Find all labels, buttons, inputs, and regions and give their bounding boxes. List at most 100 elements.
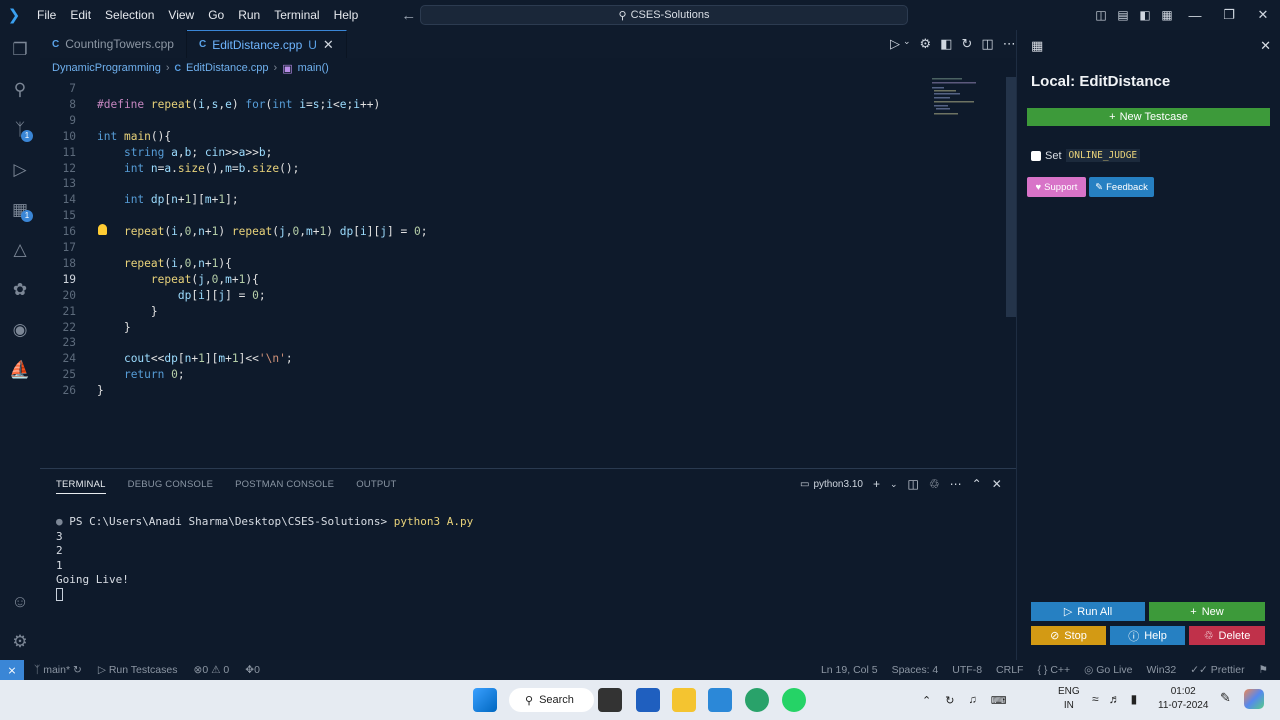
whatsapp-icon[interactable]: [782, 688, 806, 712]
code-line[interactable]: 19 repeat(j,0,m+1){: [40, 272, 1000, 288]
code-line[interactable]: 22 }: [40, 320, 1000, 336]
online-judge-checkbox[interactable]: [1031, 150, 1041, 161]
minimap[interactable]: [930, 77, 1002, 117]
maximize-panel-icon[interactable]: ⌃: [972, 477, 982, 491]
tab-postman-console[interactable]: POSTMAN CONSOLE: [235, 479, 334, 494]
menu-run[interactable]: Run: [231, 0, 267, 30]
settings-gear-icon[interactable]: ⚙: [920, 36, 932, 52]
postman-icon[interactable]: ◉: [8, 318, 32, 342]
docker-icon[interactable]: ⛵: [8, 358, 32, 382]
new-testcase-button[interactable]: + New Testcase: [1027, 108, 1270, 126]
code-line[interactable]: 10 int main(){: [40, 129, 1000, 145]
minimize-icon[interactable]: —: [1178, 8, 1212, 23]
store-icon[interactable]: [636, 688, 660, 712]
ports-status[interactable]: ✥0: [245, 664, 260, 676]
prettier[interactable]: ✓✓ Prettier: [1190, 664, 1244, 676]
new-terminal-plus-icon[interactable]: +: [873, 477, 880, 491]
toggle-primary-sidebar-icon[interactable]: ◫: [1090, 8, 1112, 22]
code-line[interactable]: 9: [40, 113, 1000, 129]
tab-counting-towers[interactable]: C CountingTowers.cpp: [40, 30, 187, 58]
testing-icon[interactable]: △: [8, 238, 32, 262]
code-line[interactable]: 23: [40, 335, 1000, 351]
close-side-panel-icon[interactable]: ✕: [1260, 38, 1271, 54]
accounts-icon[interactable]: ☺: [8, 590, 32, 614]
end-of-line[interactable]: CRLF: [996, 664, 1023, 676]
feedback-button[interactable]: ✎ Feedback: [1089, 177, 1154, 197]
menu-edit[interactable]: Edit: [63, 0, 98, 30]
more-actions-icon[interactable]: ⋯: [950, 477, 962, 491]
split-terminal-icon[interactable]: ◫: [908, 477, 919, 491]
toggle-secondary-sidebar-icon[interactable]: ◧: [1134, 8, 1156, 22]
menu-go[interactable]: Go: [201, 0, 231, 30]
chevron-up-icon[interactable]: ⌃: [922, 694, 931, 707]
code-line[interactable]: 8 #define repeat(i,s,e) for(int i=s;i<e;i…: [40, 97, 1000, 113]
close-panel-icon[interactable]: ✕: [992, 477, 1002, 491]
code-line[interactable]: 7: [40, 81, 1000, 97]
tab-edit-distance[interactable]: C EditDistance.cpp U ✕: [186, 30, 347, 58]
restore-icon[interactable]: ❐: [1212, 7, 1246, 23]
run-debug-icon[interactable]: ▷: [8, 158, 32, 182]
encoding[interactable]: UTF-8: [952, 664, 982, 676]
mongodb-leaf-icon[interactable]: ✿: [8, 278, 32, 302]
run-dropdown-icon[interactable]: ⌄: [903, 36, 911, 52]
notification-pen-icon[interactable]: ✎: [1220, 690, 1231, 706]
code-line[interactable]: 15: [40, 208, 1000, 224]
code-line[interactable]: 13: [40, 176, 1000, 192]
close-tab-icon[interactable]: ✕: [323, 37, 334, 53]
remote-indicator-icon[interactable]: ⨯: [0, 660, 24, 680]
editor-scrollbar[interactable]: [1006, 77, 1016, 317]
support-button[interactable]: ♥ Support: [1027, 177, 1086, 197]
menu-help[interactable]: Help: [327, 0, 366, 30]
trash-icon[interactable]: ♲: [929, 477, 940, 491]
git-branch[interactable]: ᛉ main* ↻: [34, 664, 82, 676]
microphone-icon[interactable]: ♫: [968, 694, 976, 706]
command-center-search[interactable]: ⚲ CSES-Solutions: [420, 5, 908, 25]
delete-button[interactable]: ♲ Delete: [1189, 626, 1265, 645]
open-changes-icon[interactable]: ◧: [940, 36, 952, 52]
close-window-icon[interactable]: ✕: [1246, 7, 1280, 23]
code-editor[interactable]: 7 8 #define repeat(i,s,e) for(int i=s;i<e;…: [40, 77, 1016, 468]
clock[interactable]: 01:02 11-07-2024: [1158, 685, 1208, 713]
menu-selection[interactable]: Selection: [98, 0, 161, 30]
new-button[interactable]: + New: [1149, 602, 1265, 621]
search-view-icon[interactable]: ⚲: [8, 78, 32, 102]
stop-button[interactable]: ⊘ Stop: [1031, 626, 1106, 645]
customize-layout-icon[interactable]: ▦: [1156, 8, 1178, 22]
copilot-icon[interactable]: [1244, 689, 1264, 709]
go-live[interactable]: ◎ Go Live: [1084, 664, 1132, 676]
tab-output[interactable]: OUTPUT: [356, 479, 396, 494]
code-line[interactable]: 16 repeat(i,0,n+1) repeat(j,0,m+1) dp[i]…: [40, 224, 1000, 240]
split-editor-icon[interactable]: ◫: [981, 36, 993, 52]
taskbar-search[interactable]: ⚲ Search: [509, 688, 594, 712]
cursor-position[interactable]: Ln 19, Col 5: [821, 664, 878, 676]
menu-view[interactable]: View: [161, 0, 201, 30]
notifications-bell-icon[interactable]: ⚑: [1259, 664, 1268, 676]
problems-status[interactable]: ⊗0 ⚠ 0: [194, 664, 230, 676]
code-line[interactable]: 21 }: [40, 304, 1000, 320]
sync-icon[interactable]: ↻: [945, 694, 954, 707]
code-line[interactable]: 11 string a,b; cin>>a>>b;: [40, 145, 1000, 161]
code-line[interactable]: 18 repeat(i,0,n+1){: [40, 256, 1000, 272]
terminal-shell-selector[interactable]: ▭ python3.10: [800, 479, 863, 490]
lightbulb-icon[interactable]: [98, 224, 107, 235]
code-line[interactable]: 12 int n=a.size(),m=b.size();: [40, 161, 1000, 177]
indentation[interactable]: Spaces: 4: [892, 664, 939, 676]
code-line[interactable]: 24 cout<<dp[n+1][m+1]<<'\n';: [40, 351, 1000, 367]
code-line[interactable]: 14 int dp[n+1][m+1];: [40, 192, 1000, 208]
edge-icon[interactable]: [745, 688, 769, 712]
tray-status-icons[interactable]: ≈ ♬ ▮: [1092, 692, 1137, 706]
keyboard-icon[interactable]: ⌨: [991, 694, 1007, 707]
windows-start-icon[interactable]: [473, 688, 497, 712]
language-indicator[interactable]: ENG IN: [1058, 685, 1080, 713]
breadcrumb-folder[interactable]: DynamicProgramming: [52, 62, 161, 74]
help-button[interactable]: ⓘ Help: [1110, 626, 1185, 645]
code-line[interactable]: 17: [40, 240, 1000, 256]
code-line[interactable]: 25 return 0;: [40, 367, 1000, 383]
platform[interactable]: Win32: [1146, 664, 1176, 676]
code-line[interactable]: 20 dp[i][j] = 0;: [40, 288, 1000, 304]
menu-file[interactable]: File: [30, 0, 63, 30]
breadcrumb-file[interactable]: EditDistance.cpp: [186, 62, 269, 74]
language-mode[interactable]: { } C++: [1037, 664, 1070, 676]
compare-icon[interactable]: ↻: [962, 36, 973, 52]
file-explorer-icon[interactable]: [672, 688, 696, 712]
